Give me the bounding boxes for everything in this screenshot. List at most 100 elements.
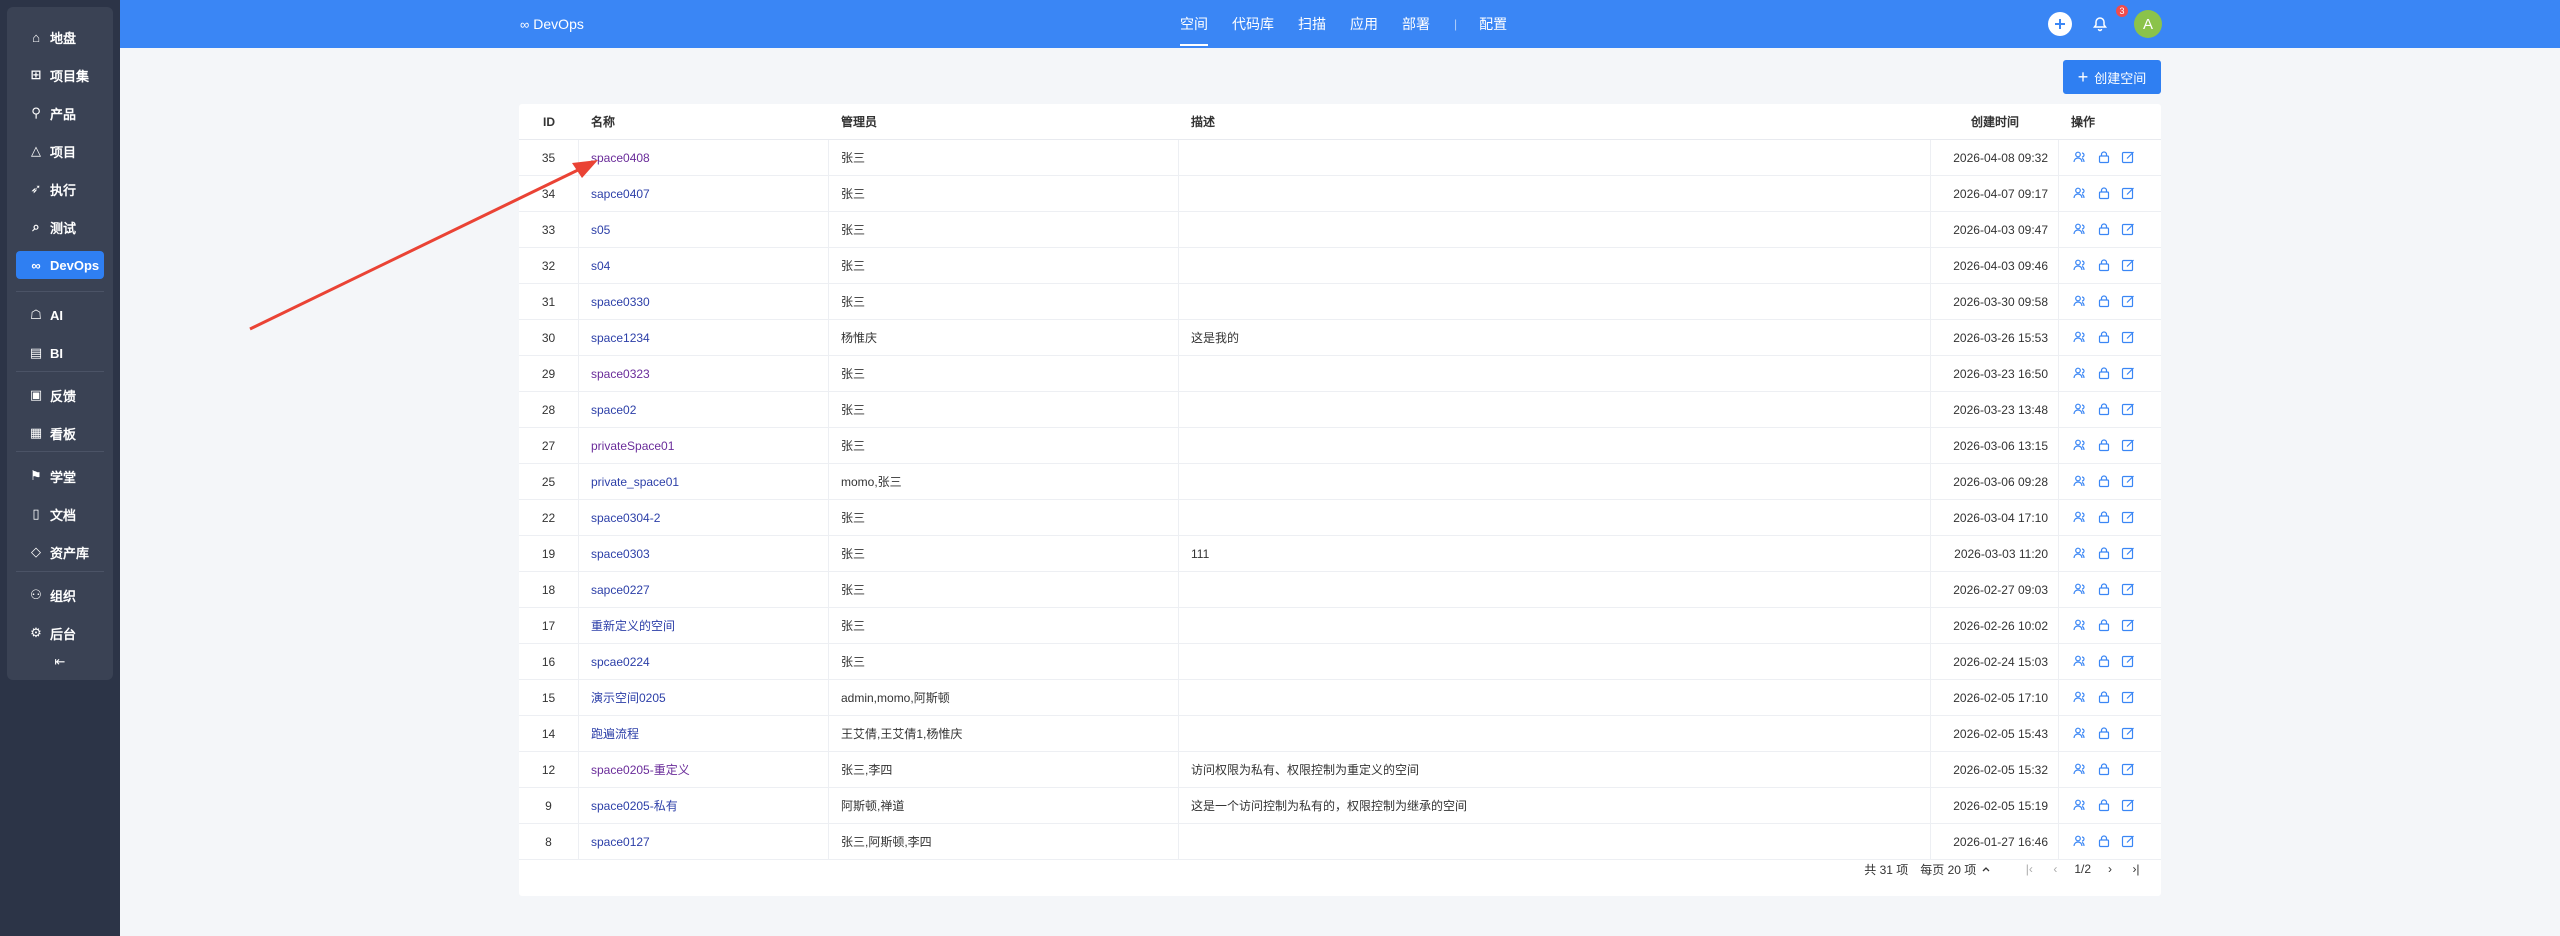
edit-icon[interactable] <box>2121 258 2137 274</box>
lock-icon[interactable] <box>2097 546 2113 562</box>
lock-icon[interactable] <box>2097 222 2113 238</box>
members-icon[interactable] <box>2073 150 2089 166</box>
edit-icon[interactable] <box>2121 726 2137 742</box>
edit-icon[interactable] <box>2121 474 2137 490</box>
members-icon[interactable] <box>2073 186 2089 202</box>
members-icon[interactable] <box>2073 330 2089 346</box>
members-icon[interactable] <box>2073 546 2089 562</box>
quick-create-button[interactable] <box>2048 12 2072 36</box>
lock-icon[interactable] <box>2097 798 2113 814</box>
edit-icon[interactable] <box>2121 618 2137 634</box>
members-icon[interactable] <box>2073 510 2089 526</box>
edit-icon[interactable] <box>2121 294 2137 310</box>
members-icon[interactable] <box>2073 294 2089 310</box>
sidebar-item-6[interactable]: ∞ DevOps <box>16 251 104 279</box>
members-icon[interactable] <box>2073 618 2089 634</box>
column-header-name[interactable]: 名称 <box>579 104 829 140</box>
tab-4[interactable]: 部署 <box>1402 0 1430 48</box>
space-name-link[interactable]: 演示空间0205 <box>591 691 666 705</box>
edit-icon[interactable] <box>2121 690 2137 706</box>
lock-icon[interactable] <box>2097 366 2113 382</box>
members-icon[interactable] <box>2073 762 2089 778</box>
page-size-select[interactable]: 每页 20 项 <box>1920 861 1992 878</box>
space-name-link[interactable]: space02 <box>591 403 636 417</box>
members-icon[interactable] <box>2073 654 2089 670</box>
edit-icon[interactable] <box>2121 546 2137 562</box>
sidebar-item-9[interactable]: ▣ 反馈 <box>16 381 104 409</box>
space-name-link[interactable]: sapce0407 <box>591 187 650 201</box>
edit-icon[interactable] <box>2121 654 2137 670</box>
tab-3[interactable]: 应用 <box>1350 0 1378 48</box>
create-space-button[interactable]: + 创建空间 <box>2063 60 2161 94</box>
lock-icon[interactable] <box>2097 690 2113 706</box>
notification-button[interactable] <box>2088 12 2112 36</box>
edit-icon[interactable] <box>2121 402 2137 418</box>
edit-icon[interactable] <box>2121 366 2137 382</box>
space-name-link[interactable]: space0127 <box>591 835 650 849</box>
sidebar-item-0[interactable]: ⌂ 地盘 <box>16 23 104 51</box>
avatar[interactable]: A <box>2134 10 2162 38</box>
members-icon[interactable] <box>2073 222 2089 238</box>
last-page-icon[interactable]: ›| <box>2129 862 2143 876</box>
lock-icon[interactable] <box>2097 438 2113 454</box>
sidebar-item-11[interactable]: ⚑ 学堂 <box>16 462 104 490</box>
space-name-link[interactable]: space0304-2 <box>591 511 660 525</box>
column-header-created-time[interactable]: 创建时间 <box>1931 104 2059 140</box>
space-name-link[interactable]: space0330 <box>591 295 650 309</box>
members-icon[interactable] <box>2073 402 2089 418</box>
lock-icon[interactable] <box>2097 258 2113 274</box>
sidebar-item-3[interactable]: △ 项目 <box>16 137 104 165</box>
lock-icon[interactable] <box>2097 510 2113 526</box>
members-icon[interactable] <box>2073 582 2089 598</box>
edit-icon[interactable] <box>2121 798 2137 814</box>
members-icon[interactable] <box>2073 258 2089 274</box>
space-name-link[interactable]: 跑遍流程 <box>591 727 639 741</box>
members-icon[interactable] <box>2073 834 2089 850</box>
column-header-admin[interactable]: 管理员 <box>829 104 1179 140</box>
prev-page-icon[interactable]: ‹ <box>2048 862 2062 876</box>
space-name-link[interactable]: 重新定义的空间 <box>591 619 675 633</box>
lock-icon[interactable] <box>2097 474 2113 490</box>
sidebar-item-10[interactable]: ▦ 看板 <box>16 419 104 447</box>
collapse-icon[interactable]: ⇤ <box>52 654 68 670</box>
lock-icon[interactable] <box>2097 654 2113 670</box>
members-icon[interactable] <box>2073 798 2089 814</box>
sidebar-item-14[interactable]: ⚇ 组织 <box>16 581 104 609</box>
lock-icon[interactable] <box>2097 834 2113 850</box>
lock-icon[interactable] <box>2097 294 2113 310</box>
edit-icon[interactable] <box>2121 510 2137 526</box>
space-name-link[interactable]: sapce0227 <box>591 583 650 597</box>
column-header-id[interactable]: ID <box>519 104 579 140</box>
lock-icon[interactable] <box>2097 726 2113 742</box>
members-icon[interactable] <box>2073 726 2089 742</box>
edit-icon[interactable] <box>2121 438 2137 454</box>
sidebar-item-7[interactable]: ☖ AI <box>16 301 104 329</box>
space-name-link[interactable]: space1234 <box>591 331 650 345</box>
edit-icon[interactable] <box>2121 834 2137 850</box>
tab-5[interactable]: 配置 <box>1479 0 1507 48</box>
members-icon[interactable] <box>2073 474 2089 490</box>
space-name-link[interactable]: s04 <box>591 259 610 273</box>
space-name-link[interactable]: space0205-私有 <box>591 799 678 813</box>
edit-icon[interactable] <box>2121 222 2137 238</box>
lock-icon[interactable] <box>2097 402 2113 418</box>
members-icon[interactable] <box>2073 366 2089 382</box>
space-name-link[interactable]: space0408 <box>591 151 650 165</box>
tab-2[interactable]: 扫描 <box>1298 0 1326 48</box>
edit-icon[interactable] <box>2121 330 2137 346</box>
sidebar-item-8[interactable]: ▤ BI <box>16 339 104 367</box>
lock-icon[interactable] <box>2097 582 2113 598</box>
next-page-icon[interactable]: › <box>2103 862 2117 876</box>
edit-icon[interactable] <box>2121 762 2137 778</box>
sidebar-item-4[interactable]: ➶ 执行 <box>16 175 104 203</box>
space-name-link[interactable]: space0303 <box>591 547 650 561</box>
lock-icon[interactable] <box>2097 186 2113 202</box>
sidebar-item-12[interactable]: ▯ 文档 <box>16 500 104 528</box>
lock-icon[interactable] <box>2097 150 2113 166</box>
lock-icon[interactable] <box>2097 762 2113 778</box>
first-page-icon[interactable]: |‹ <box>2022 862 2036 876</box>
sidebar-item-2[interactable]: ⚲ 产品 <box>16 99 104 127</box>
sidebar-item-5[interactable]: ⌕ 测试 <box>16 213 104 241</box>
edit-icon[interactable] <box>2121 150 2137 166</box>
edit-icon[interactable] <box>2121 186 2137 202</box>
